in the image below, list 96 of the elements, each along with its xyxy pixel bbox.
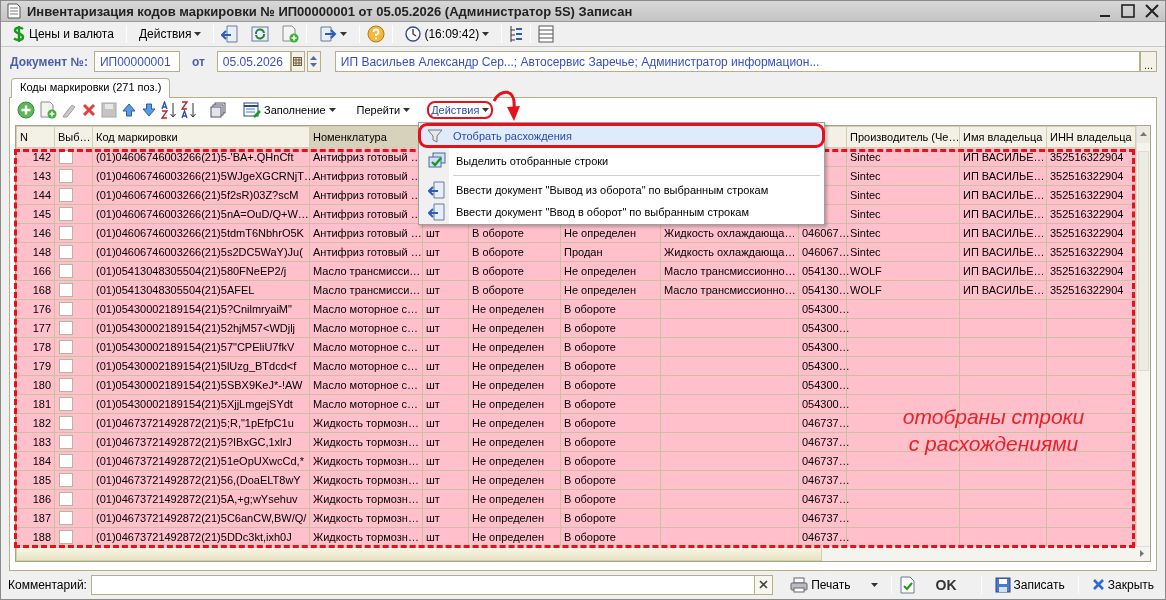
vertical-scrollbar[interactable] bbox=[1136, 125, 1150, 546]
caret-icon bbox=[482, 32, 490, 37]
document-arrow-icon bbox=[428, 203, 446, 221]
menu-item[interactable]: Выделить отобранные строки bbox=[420, 150, 823, 172]
close-icon bbox=[1091, 578, 1105, 592]
column-header[interactable]: Имя владельца bbox=[959, 126, 1047, 148]
maximize-icon[interactable] bbox=[1121, 4, 1135, 19]
document-go-icon bbox=[319, 25, 338, 44]
checkbox[interactable] bbox=[59, 168, 73, 183]
column-header[interactable]: ИНН владельца bbox=[1046, 126, 1136, 148]
spin-up-icon bbox=[310, 56, 318, 61]
checkbox[interactable] bbox=[59, 187, 73, 202]
checkbox[interactable] bbox=[59, 415, 73, 430]
checkbox[interactable] bbox=[59, 453, 73, 468]
actions-menu-button[interactable]: Действия bbox=[133, 24, 207, 45]
checkbox[interactable] bbox=[59, 434, 73, 449]
document-arrow-icon[interactable] bbox=[221, 25, 240, 44]
table-fill-icon bbox=[243, 101, 261, 118]
caret-icon bbox=[403, 107, 411, 112]
spin-button[interactable] bbox=[306, 51, 321, 73]
add-icon[interactable] bbox=[17, 100, 35, 119]
menu-item[interactable]: Ввести документ "Ввод в оборот" по выбранным строкам bbox=[420, 201, 823, 223]
caret-icon bbox=[340, 32, 348, 37]
select-rows-icon bbox=[428, 152, 446, 170]
actions-menu-button[interactable]: Действия bbox=[427, 100, 494, 119]
scroll-right-icon bbox=[1140, 550, 1144, 558]
dollar-icon bbox=[12, 25, 26, 44]
checkbox[interactable] bbox=[59, 244, 73, 259]
document-icon bbox=[7, 3, 21, 20]
checkbox[interactable] bbox=[59, 491, 73, 506]
tree-icon[interactable] bbox=[509, 25, 524, 44]
time-button[interactable]: (16:09:42) bbox=[400, 23, 495, 46]
document-number-field[interactable]: ИП00000001 bbox=[93, 51, 180, 73]
list-icon[interactable] bbox=[538, 25, 555, 44]
document-add-icon[interactable] bbox=[281, 25, 300, 44]
caret-icon bbox=[870, 582, 878, 587]
clear-icon bbox=[759, 580, 769, 590]
column-header[interactable]: Код маркировки bbox=[92, 126, 310, 148]
save-button[interactable]: Записать bbox=[989, 573, 1070, 596]
scroll-up-icon bbox=[1140, 132, 1147, 137]
print-button[interactable]: Печать bbox=[785, 573, 883, 596]
ok-button[interactable]: OK bbox=[919, 574, 973, 595]
save-icon bbox=[994, 576, 1011, 593]
move-up-icon[interactable] bbox=[121, 101, 137, 118]
spin-down-icon bbox=[310, 63, 318, 68]
sort-descending-icon[interactable] bbox=[181, 100, 197, 119]
checkbox[interactable] bbox=[59, 358, 73, 373]
delete-icon[interactable] bbox=[81, 101, 97, 118]
window-title: Инвентаризация кодов маркировки № ИП00000001 от 05.05.2026 (Администратор 5S) Записан bbox=[27, 3, 634, 19]
sort-ascending-icon[interactable] bbox=[161, 100, 177, 119]
tab[interactable]: Коды маркировки (271 поз.) bbox=[11, 77, 171, 98]
move-down-icon[interactable] bbox=[141, 101, 157, 118]
checkbox[interactable] bbox=[59, 206, 73, 221]
close-button[interactable]: Закрыть bbox=[1086, 574, 1159, 595]
document-check-icon[interactable] bbox=[899, 575, 916, 594]
fill-button[interactable]: Заполнение bbox=[239, 98, 340, 121]
parties-field[interactable]: ИП Васильев Александр Сер...; Автосервис Заречье; Администратор информацион... bbox=[334, 51, 1140, 73]
menu-item[interactable]: Отобрать расхождения bbox=[418, 123, 825, 148]
comment-field[interactable] bbox=[90, 574, 774, 595]
refresh-icon[interactable] bbox=[251, 25, 270, 44]
caret-icon bbox=[482, 107, 490, 112]
column-header[interactable]: Производитель (Че… bbox=[846, 126, 960, 148]
caret-icon bbox=[194, 32, 202, 37]
checkbox[interactable] bbox=[59, 339, 73, 354]
checkbox[interactable] bbox=[59, 225, 73, 240]
menu-item[interactable]: Ввести документ "Вывод из оборота" по выбранным строкам bbox=[420, 179, 823, 201]
date-field[interactable]: 05.05.2026 bbox=[216, 51, 291, 73]
windows-icon[interactable] bbox=[210, 101, 226, 118]
printer-icon bbox=[790, 576, 809, 593]
date-label: от bbox=[191, 54, 205, 69]
checkbox[interactable] bbox=[59, 529, 73, 544]
document-arrow-icon bbox=[428, 181, 446, 199]
goto-button[interactable]: Перейти bbox=[352, 100, 415, 119]
prices-button[interactable]: Цены и валюта bbox=[7, 22, 119, 47]
select-button[interactable]: ... bbox=[1140, 51, 1157, 73]
caret-icon bbox=[328, 107, 336, 112]
checkbox[interactable] bbox=[59, 377, 73, 392]
column-header[interactable]: N bbox=[16, 126, 55, 148]
copy-add-icon[interactable] bbox=[39, 100, 57, 119]
calendar-icon bbox=[293, 57, 303, 67]
checkbox[interactable] bbox=[59, 282, 73, 297]
checkbox[interactable] bbox=[59, 301, 73, 316]
document-number-label: Документ №: bbox=[10, 54, 88, 69]
comment-label: Комментарий: bbox=[8, 577, 87, 592]
checkbox[interactable] bbox=[59, 263, 73, 278]
checkbox[interactable] bbox=[59, 320, 73, 335]
close-icon[interactable] bbox=[1145, 4, 1159, 19]
column-header[interactable]: Выб… bbox=[54, 126, 93, 148]
annotation-text: отобраны строки с расхождениями bbox=[901, 404, 1086, 457]
filter-icon bbox=[427, 127, 443, 144]
clear-button[interactable] bbox=[754, 575, 773, 594]
checkbox[interactable] bbox=[59, 472, 73, 487]
clock-icon bbox=[405, 26, 422, 43]
checkbox[interactable] bbox=[59, 396, 73, 411]
checkbox[interactable] bbox=[59, 510, 73, 525]
help-icon[interactable] bbox=[367, 25, 386, 44]
